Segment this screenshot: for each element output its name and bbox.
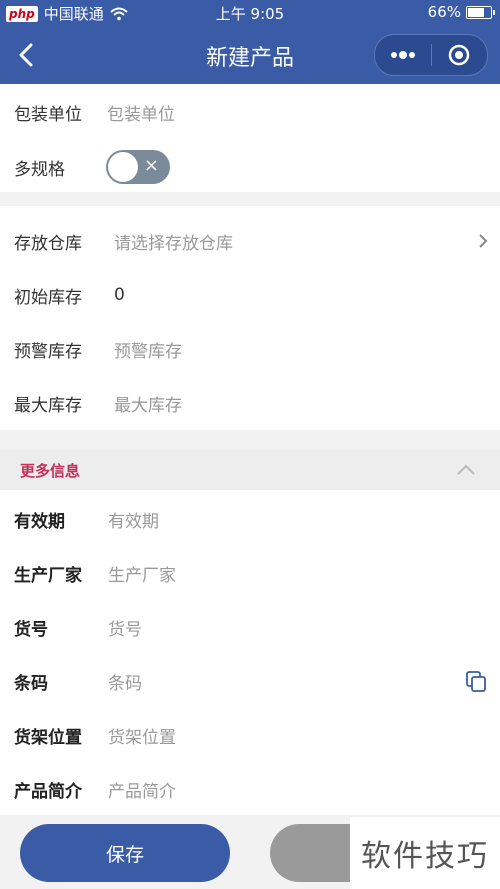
save-button[interactable]: 保存 xyxy=(20,824,230,882)
close-icon: × xyxy=(143,155,159,176)
warning-stock-input[interactable]: 预警库存 xyxy=(114,337,182,362)
navbar: 新建产品 xyxy=(0,26,500,84)
basic-section: 包装单位 包装单位 多规格 × xyxy=(0,84,500,192)
max-stock-input[interactable]: 最大库存 xyxy=(114,391,182,416)
status-bar: php 中国联通 上午 9:05 66% xyxy=(0,0,500,26)
barcode-row: 条码 条码 xyxy=(0,661,500,701)
item-no-label: 货号 xyxy=(14,619,48,640)
manufacturer-label: 生产厂家 xyxy=(14,565,82,586)
package-unit-input[interactable]: 包装单位 xyxy=(107,100,175,125)
warning-stock-label: 预警库存 xyxy=(14,341,82,362)
copy-icon[interactable] xyxy=(464,669,488,693)
barcode-label: 条码 xyxy=(14,673,48,694)
shelf-label: 货架位置 xyxy=(14,727,82,748)
intro-label: 产品简介 xyxy=(14,781,82,802)
package-unit-row[interactable]: 包装单位 包装单位 xyxy=(0,92,500,132)
more-info-section: 有效期 有效期 生产厂家 生产厂家 货号 货号 条码 条码 货架位置 货架位置 … xyxy=(0,490,500,815)
target-icon xyxy=(448,44,470,66)
more-button[interactable] xyxy=(375,35,431,75)
intro-row: 产品简介 产品简介 xyxy=(0,769,500,809)
more-info-header[interactable]: 更多信息 xyxy=(0,450,500,490)
validity-label: 有效期 xyxy=(14,511,65,532)
more-dots-icon xyxy=(390,51,415,59)
status-time: 上午 9:05 xyxy=(215,5,285,23)
manufacturer-row: 生产厂家 生产厂家 xyxy=(0,553,500,593)
validity-row: 有效期 有效期 xyxy=(0,499,500,539)
multi-spec-label: 多规格 xyxy=(14,159,65,180)
battery-icon xyxy=(466,5,495,19)
validity-input[interactable]: 有效期 xyxy=(108,507,159,532)
watermark: 软件技巧 xyxy=(350,817,500,889)
package-unit-label: 包装单位 xyxy=(14,104,82,125)
warehouse-label: 存放仓库 xyxy=(14,233,82,254)
max-stock-row: 最大库存 最大库存 xyxy=(0,383,500,423)
multi-spec-toggle[interactable]: × xyxy=(106,150,170,184)
barcode-input[interactable]: 条码 xyxy=(108,669,142,694)
item-no-row: 货号 货号 xyxy=(0,607,500,647)
close-mini-program-button[interactable] xyxy=(431,35,487,75)
chevron-up-icon[interactable] xyxy=(456,464,476,476)
stock-section: 存放仓库 请选择存放仓库 初始库存 0 预警库存 预警库存 最大库存 最大库存 xyxy=(0,206,500,430)
intro-input[interactable]: 产品简介 xyxy=(108,777,176,802)
warning-stock-row: 预警库存 预警库存 xyxy=(0,329,500,369)
shelf-row: 货架位置 货架位置 xyxy=(0,715,500,755)
max-stock-label: 最大库存 xyxy=(14,395,82,416)
initial-stock-row: 初始库存 0 xyxy=(0,275,500,315)
toggle-knob xyxy=(108,152,138,182)
initial-stock-input[interactable]: 0 xyxy=(114,285,125,305)
item-no-input[interactable]: 货号 xyxy=(108,615,142,640)
chevron-right-icon xyxy=(479,234,488,248)
battery-percent: 66% xyxy=(427,3,461,21)
warehouse-row[interactable]: 存放仓库 请选择存放仓库 xyxy=(0,221,500,261)
multi-spec-row: 多规格 × xyxy=(0,147,500,187)
warehouse-select[interactable]: 请选择存放仓库 xyxy=(114,229,233,254)
status-right: 66% xyxy=(427,3,495,21)
shelf-input[interactable]: 货架位置 xyxy=(108,723,176,748)
manufacturer-input[interactable]: 生产厂家 xyxy=(108,561,176,586)
initial-stock-label: 初始库存 xyxy=(14,287,82,308)
mini-program-capsule xyxy=(374,34,488,76)
more-info-title: 更多信息 xyxy=(20,462,81,480)
